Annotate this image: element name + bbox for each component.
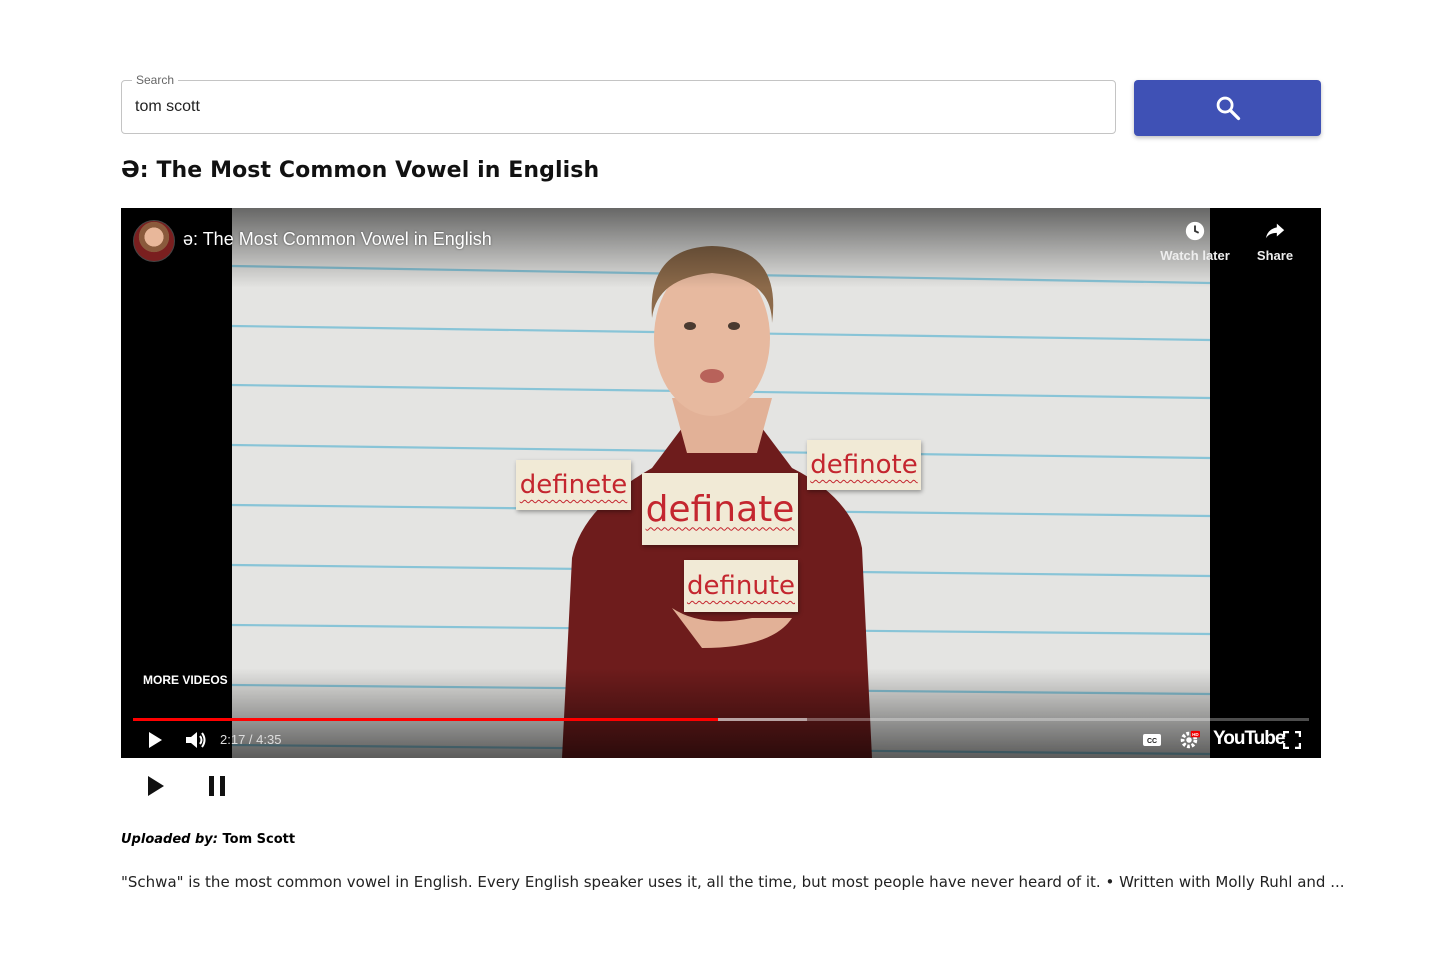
svg-text:HD: HD: [1192, 732, 1199, 737]
watch-later-button[interactable]: Watch later: [1155, 220, 1235, 263]
time-display: 2:17 / 4:35: [220, 732, 282, 747]
share-label: Share: [1256, 248, 1294, 263]
share-button[interactable]: Share: [1235, 220, 1315, 263]
volume-button[interactable]: [183, 728, 209, 752]
progress-bar[interactable]: [133, 718, 1309, 721]
search-field[interactable]: Search: [121, 73, 1116, 134]
player-play-button[interactable]: [143, 728, 167, 752]
search-button[interactable]: [1134, 80, 1321, 136]
uploader-line: Uploaded by: Tom Scott: [121, 832, 295, 847]
uploaded-by-label: Uploaded by:: [121, 832, 218, 847]
watch-later-label: Watch later: [1160, 248, 1230, 263]
channel-avatar[interactable]: [133, 220, 175, 262]
pause-button[interactable]: [199, 768, 235, 804]
fullscreen-button[interactable]: [1281, 728, 1303, 752]
uploader-name: Tom Scott: [222, 832, 296, 847]
pause-icon: [209, 776, 225, 796]
play-icon: [149, 732, 162, 748]
youtube-logo[interactable]: YouTube: [1213, 728, 1285, 750]
video-description: "Schwa" is the most common vowel in Engl…: [121, 873, 1345, 891]
video-title: Ə: The Most Common Vowel in English: [121, 158, 600, 183]
video-player[interactable]: definete definate definote definute ə: T…: [121, 208, 1321, 758]
word-card-definote: definote: [807, 440, 921, 490]
search-input[interactable]: [135, 81, 1095, 133]
volume-icon: [186, 732, 206, 748]
captions-button[interactable]: CC: [1141, 728, 1163, 752]
share-icon: [1265, 223, 1285, 239]
fullscreen-icon: [1283, 731, 1301, 749]
word-card-definute: definute: [684, 560, 798, 612]
word-card-definete: definete: [516, 460, 631, 510]
progress-played: [133, 718, 719, 721]
more-videos-button[interactable]: MORE VIDEOS: [143, 673, 228, 687]
word-card-definate: definate: [642, 473, 798, 545]
player-title-link[interactable]: ə: The Most Common Vowel in English: [183, 229, 492, 250]
page: Search Ə: The Most Common Vowel in Engli…: [0, 0, 1444, 965]
play-button[interactable]: [137, 768, 173, 804]
svg-text:CC: CC: [1147, 738, 1157, 745]
captions-icon: CC: [1143, 734, 1161, 746]
search-icon: [1216, 96, 1240, 121]
clock-icon: [1185, 221, 1205, 241]
settings-button[interactable]: HD: [1177, 728, 1201, 752]
gear-icon: HD: [1180, 730, 1200, 749]
play-icon: [148, 776, 164, 796]
